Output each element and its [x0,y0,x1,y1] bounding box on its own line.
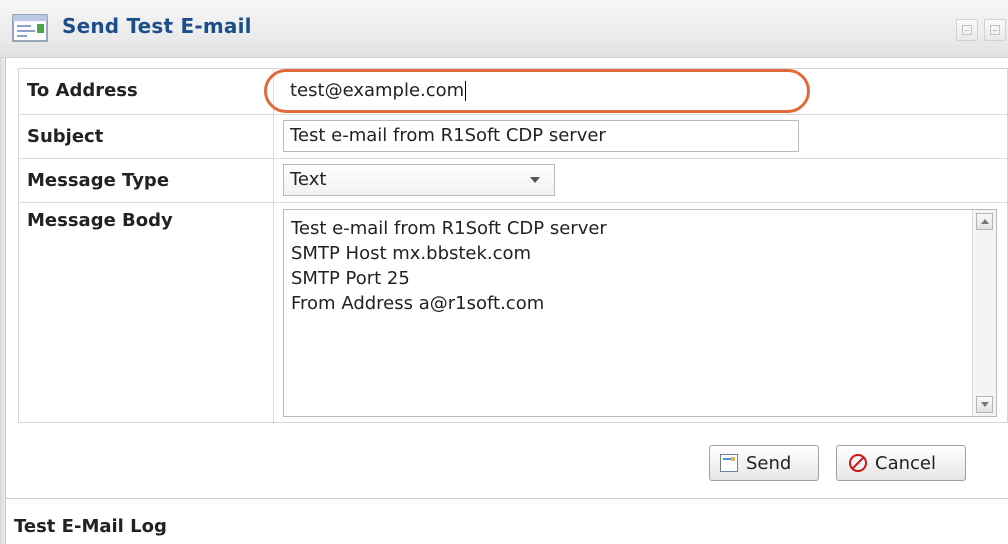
message-type-select[interactable]: Text [283,164,555,196]
window-left-border [0,58,6,544]
message-body-content: Test e-mail from R1Soft CDP server SMTP … [291,216,966,316]
section-divider [6,498,1008,499]
message-type-row: Message Type Text [19,159,1007,203]
message-body-textarea[interactable]: Test e-mail from R1Soft CDP server SMTP … [283,209,997,417]
text-caret [465,81,467,101]
message-type-label: Message Type [19,159,274,202]
to-address-row: To Address test@example.com [19,69,1007,115]
email-form: To Address test@example.com Subject Test… [18,68,1008,424]
cancel-button[interactable]: Cancel [836,445,966,481]
subject-input[interactable]: Test e-mail from R1Soft CDP server [283,120,799,152]
title-bar: Send Test E-mail [0,0,1008,58]
message-body-line: Test e-mail from R1Soft CDP server [291,218,607,239]
message-body-row: Message Body Test e-mail from R1Soft CDP… [19,203,1007,424]
dialog-title: Send Test E-mail [62,14,252,38]
message-body-line: SMTP Host mx.bbstek.com [291,243,532,264]
minimize-button[interactable] [956,19,978,41]
send-icon [720,454,738,472]
send-button[interactable]: Send [709,445,819,481]
close-button[interactable] [984,19,1006,41]
test-email-log-heading: Test E-Mail Log [14,516,167,537]
email-window-icon [12,14,48,42]
subject-label: Subject [19,115,274,158]
to-address-label: To Address [19,69,274,114]
arrow-down-icon [981,402,989,407]
message-body-line: SMTP Port 25 [291,268,410,289]
cancel-icon [849,454,867,472]
send-button-label: Send [746,452,792,474]
arrow-up-icon [981,219,989,224]
vertical-scrollbar[interactable] [972,210,996,416]
scroll-down-button[interactable] [976,396,993,413]
minimize-icon [962,25,972,35]
to-address-input[interactable]: test@example.com [283,75,803,107]
send-test-email-dialog: Send Test E-mail To Address test@example… [0,0,1008,544]
close-icon [990,25,1000,35]
cancel-button-label: Cancel [875,452,936,474]
message-type-value: Text [290,169,327,190]
to-address-value: test@example.com [290,80,465,101]
subject-row: Subject Test e-mail from R1Soft CDP serv… [19,115,1007,159]
scroll-up-button[interactable] [976,213,993,230]
message-body-line: From Address a@r1soft.com [291,293,545,314]
message-body-label: Message Body [19,203,274,424]
chevron-down-icon [530,177,540,183]
